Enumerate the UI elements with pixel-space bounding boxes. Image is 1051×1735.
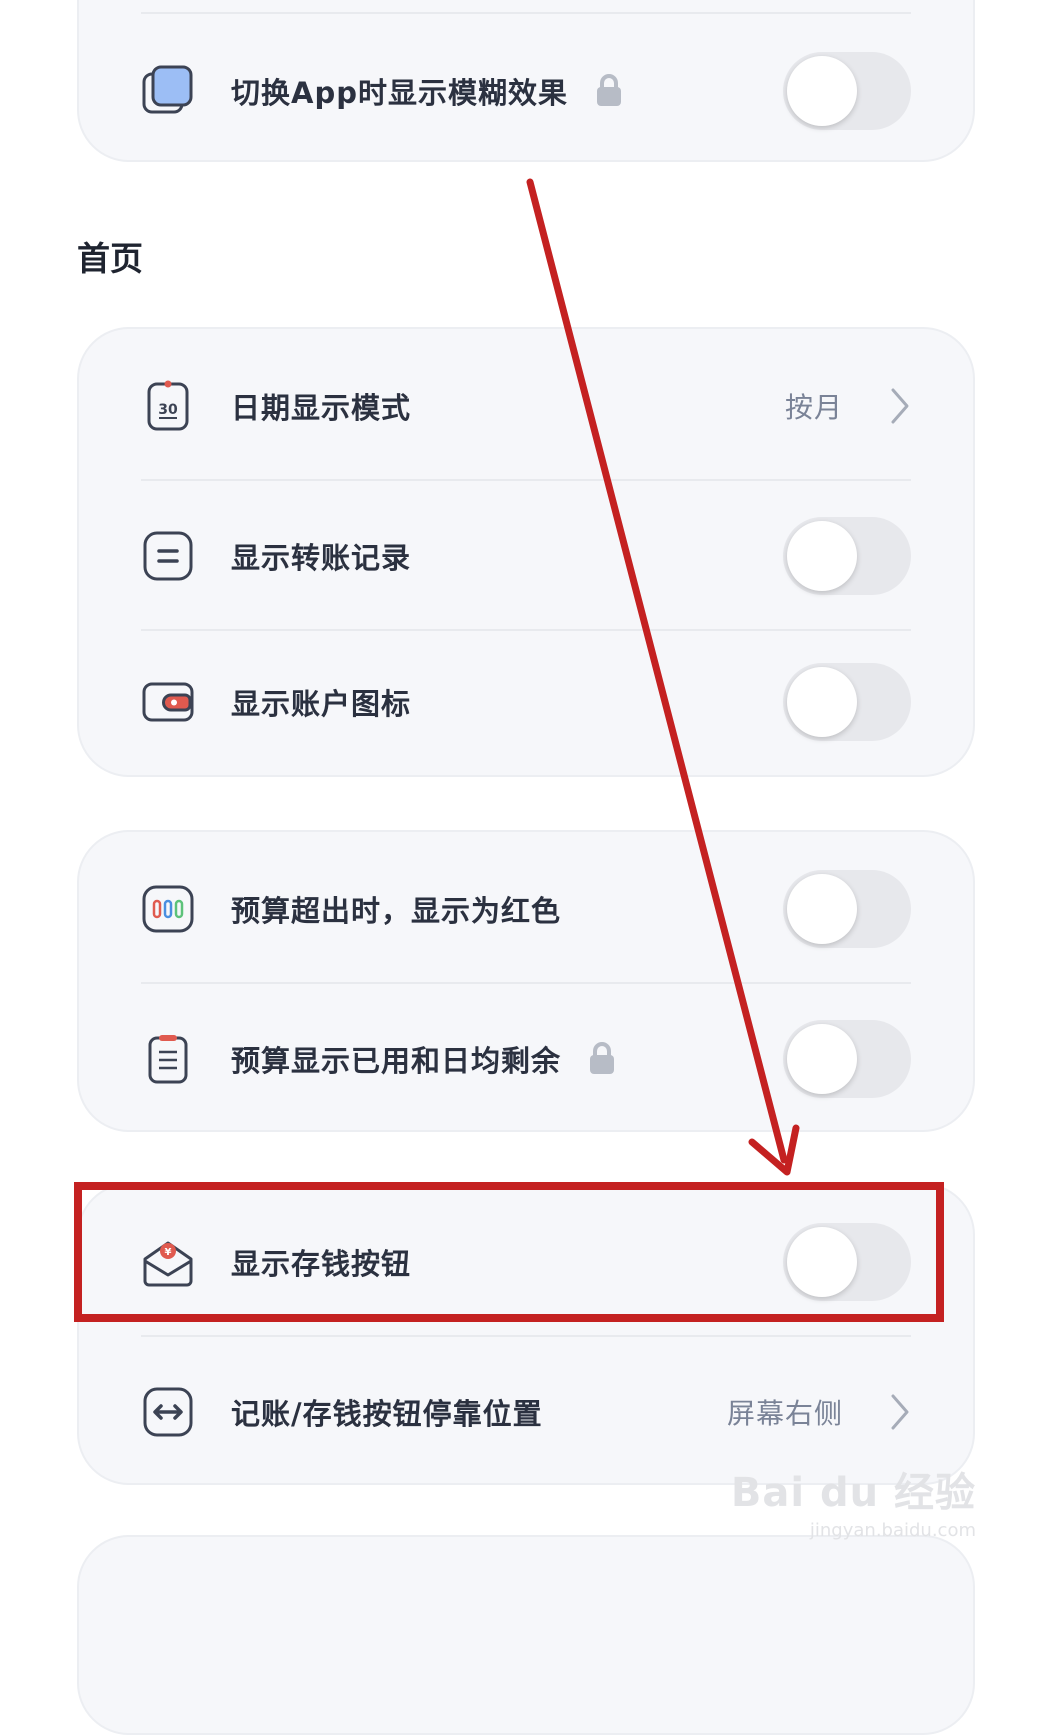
- row-show-account-icons[interactable]: 显示账户图标: [79, 625, 973, 779]
- lock-icon: [597, 74, 622, 106]
- watermark: Bai du 经验 jingyan.baidu.com: [731, 1460, 976, 1541]
- row-label: 预算超出时，显示为红色: [231, 894, 562, 928]
- toggle-knob: [787, 1024, 857, 1094]
- show-transfers-toggle[interactable]: [783, 517, 911, 595]
- row-label: 显示转账记录: [231, 541, 412, 575]
- stacked-cards-icon: [142, 65, 193, 114]
- row-label: 日期显示模式: [231, 391, 412, 425]
- row-label: 切换App时显示模糊效果: [231, 70, 623, 112]
- settings-card-budget: 预算超出时，显示为红色 预算显示已用和日均剩余: [77, 830, 975, 1132]
- row-show-transfers[interactable]: 显示转账记录: [79, 479, 973, 633]
- budget-used-toggle[interactable]: [783, 1020, 911, 1098]
- section-title-home: 首页: [77, 239, 143, 278]
- row-label: 记账/存钱按钮停靠位置: [231, 1397, 543, 1431]
- blur-toggle[interactable]: [783, 52, 911, 130]
- wallet-icon: [142, 682, 194, 722]
- toggle-knob: [787, 56, 857, 126]
- row-date-display-mode[interactable]: 30 日期显示模式 按月: [79, 329, 973, 483]
- toggle-knob: [787, 874, 857, 944]
- annotation-highlight-box: [74, 1182, 944, 1322]
- row-label-text: 切换App时显示模糊效果: [231, 76, 568, 110]
- clipboard-icon: [148, 1035, 188, 1084]
- date-mode-value: 按月: [784, 391, 843, 424]
- row-label: 显示账户图标: [231, 687, 412, 721]
- budget-bars-icon: [142, 885, 194, 933]
- row-blur-on-switch[interactable]: 切换App时显示模糊效果: [79, 14, 973, 168]
- calendar-icon: 30: [147, 380, 189, 431]
- settings-card-home: 30 日期显示模式 按月 显示转账记录 显示账户图标: [77, 327, 975, 777]
- transfer-icon: [143, 531, 193, 581]
- lock-icon: [590, 1042, 615, 1074]
- row-budget-exceed-red[interactable]: 预算超出时，显示为红色: [79, 832, 973, 986]
- show-account-icons-toggle[interactable]: [783, 663, 911, 741]
- row-label: 预算显示已用和日均剩余: [231, 1038, 616, 1080]
- toggle-knob: [787, 521, 857, 591]
- settings-card-next: [77, 1535, 975, 1735]
- chevron-right-icon: [891, 388, 909, 424]
- settings-card-display: 切换App时显示模糊效果: [77, 0, 975, 162]
- arrows-horizontal-icon: [143, 1387, 193, 1437]
- chevron-right-icon: [891, 1394, 909, 1430]
- row-budget-used-daily[interactable]: 预算显示已用和日均剩余: [79, 982, 973, 1136]
- watermark-logo-text: Bai du 经验: [730, 1470, 976, 1516]
- svg-text:30: 30: [158, 402, 178, 418]
- watermark-url: jingyan.baidu.com: [809, 1520, 976, 1541]
- toggle-knob: [787, 667, 857, 737]
- budget-red-toggle[interactable]: [783, 870, 911, 948]
- row-label-text: 预算显示已用和日均剩余: [231, 1044, 562, 1078]
- dock-position-value: 屏幕右侧: [726, 1397, 843, 1430]
